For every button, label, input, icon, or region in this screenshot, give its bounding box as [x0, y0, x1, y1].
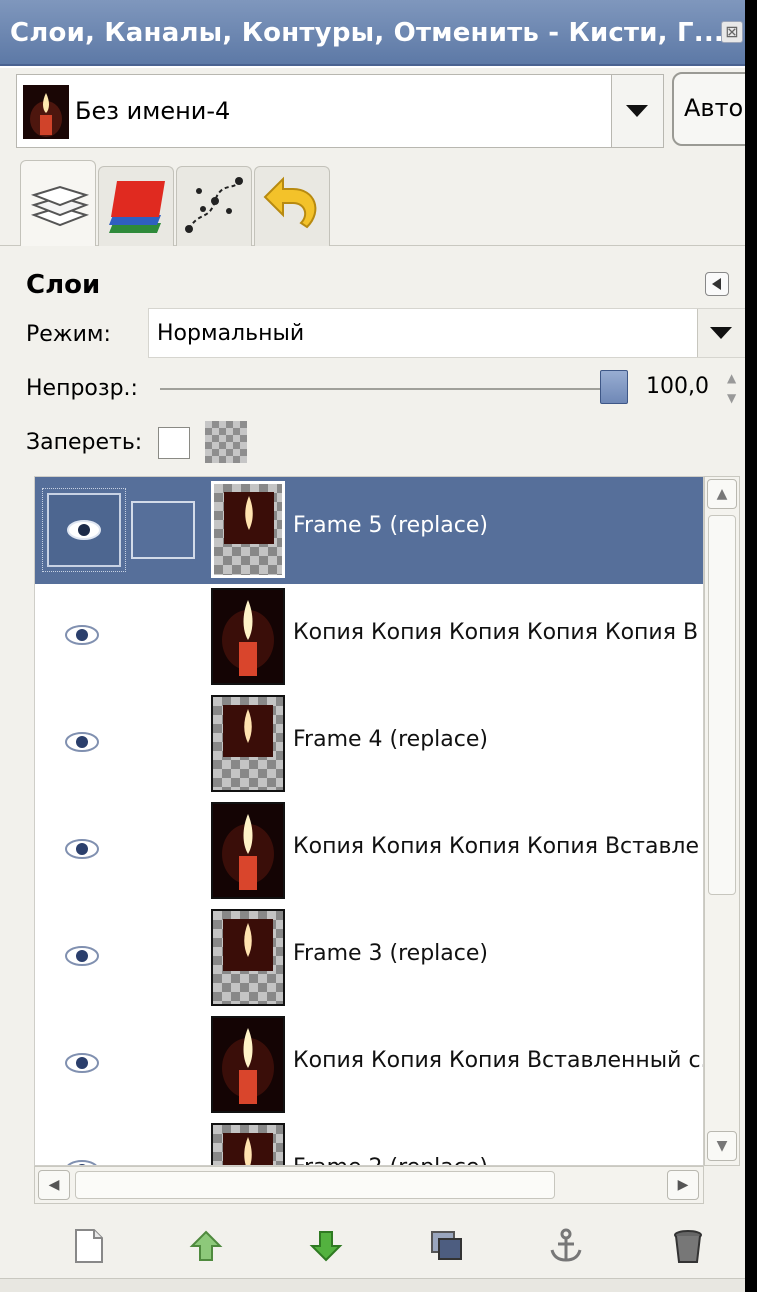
eye-icon: [65, 1053, 99, 1073]
visibility-toggle[interactable]: [47, 1135, 121, 1165]
eye-icon: [65, 732, 99, 752]
mode-value: Нормальный: [157, 321, 305, 346]
visibility-toggle[interactable]: [42, 488, 126, 572]
layer-row[interactable]: Frame 4 (replace): [35, 691, 703, 798]
image-name: Без имени-4: [75, 97, 231, 125]
window-titlebar: Слои, Каналы, Контуры, Отменить - Кисти,…: [0, 0, 745, 66]
scroll-down-icon[interactable]: ▼: [707, 1131, 737, 1161]
lock-pixels-checkbox[interactable]: [158, 427, 190, 459]
layer-name[interactable]: Копия Копия Копия Копия Вставле: [293, 834, 699, 859]
anchor-layer-icon[interactable]: [546, 1226, 586, 1266]
tab-channels[interactable]: [98, 166, 174, 246]
tab-undo-history[interactable]: [254, 166, 330, 246]
eye-icon: [67, 520, 101, 540]
chain-toggle[interactable]: [131, 501, 195, 559]
new-layer-icon[interactable]: [68, 1226, 108, 1266]
visibility-toggle[interactable]: [47, 707, 121, 781]
scroll-right-icon[interactable]: ▶: [667, 1170, 699, 1200]
paths-icon: [185, 177, 243, 233]
layer-thumbnail: [211, 588, 285, 685]
layer-row[interactable]: Копия Копия Копия Копия Копия В: [35, 584, 703, 691]
layers-icon: [30, 185, 90, 227]
layers-panel: Слои Режим: Нормальный Непрозр.: 100,0 ▲…: [0, 246, 748, 1292]
vertical-scroll-thumb[interactable]: [708, 515, 736, 895]
dock-tabs: [0, 154, 745, 246]
panel-menu-icon[interactable]: [705, 272, 729, 296]
layer-thumbnail: [211, 1123, 285, 1165]
layer-thumbnail: [211, 909, 285, 1006]
layer-list[interactable]: Frame 5 (replace) Копия Копия Копия Копи…: [34, 476, 704, 1166]
layer-row[interactable]: Копия Копия Копия Вставленный с.: [35, 1012, 703, 1119]
layer-row[interactable]: Копия Копия Копия Копия Вставле: [35, 798, 703, 905]
layer-thumbnail: [211, 1016, 285, 1113]
lock-alpha-icon[interactable]: [205, 421, 247, 463]
image-selector-combo[interactable]: Без имени-4: [16, 74, 664, 148]
tab-paths[interactable]: [176, 166, 252, 246]
image-thumbnail: [23, 85, 69, 139]
close-icon[interactable]: ⊠: [721, 21, 743, 43]
layer-row[interactable]: Frame 2 (replace): [35, 1119, 703, 1165]
eye-icon: [65, 839, 99, 859]
layer-name[interactable]: Frame 5 (replace): [293, 513, 488, 538]
visibility-toggle[interactable]: [47, 1028, 121, 1102]
opacity-spinner[interactable]: ▲ ▼: [727, 368, 745, 410]
horizontal-scroll-thumb[interactable]: [75, 1171, 555, 1199]
layer-name[interactable]: Копия Копия Копия Вставленный с.: [293, 1048, 703, 1073]
delete-layer-icon[interactable]: [668, 1226, 708, 1266]
mode-label: Режим:: [26, 322, 111, 347]
lower-layer-icon[interactable]: [306, 1226, 346, 1266]
visibility-toggle[interactable]: [47, 814, 121, 888]
layer-name[interactable]: Frame 4 (replace): [293, 727, 488, 752]
tab-layers[interactable]: [20, 160, 96, 246]
undo-history-icon: [263, 176, 317, 229]
visibility-toggle[interactable]: [47, 600, 121, 674]
channels-icon: [109, 181, 165, 233]
vertical-scrollbar[interactable]: ▲ ▼: [704, 476, 740, 1166]
lock-label: Запереть:: [26, 430, 143, 455]
layer-thumbnail: [211, 695, 285, 792]
raise-layer-icon[interactable]: [186, 1226, 226, 1266]
opacity-slider-handle[interactable]: [600, 370, 628, 404]
horizontal-scrollbar[interactable]: ◀ ▶: [34, 1166, 704, 1204]
eye-icon: [65, 946, 99, 966]
duplicate-layer-icon[interactable]: [426, 1226, 466, 1266]
opacity-value[interactable]: 100,0: [646, 374, 709, 399]
chevron-down-icon: [626, 105, 648, 117]
eye-icon: [67, 1160, 97, 1165]
screen-edge: [745, 0, 757, 1292]
image-selector-row: Без имени-4 Авто: [0, 68, 757, 154]
panel-title: Слои: [26, 270, 101, 300]
visibility-toggle[interactable]: [47, 921, 121, 995]
scroll-up-icon[interactable]: ▲: [707, 479, 737, 509]
scroll-left-icon[interactable]: ◀: [38, 1170, 70, 1200]
opacity-label: Непрозр.:: [26, 376, 138, 401]
mode-dropdown-button[interactable]: [697, 309, 747, 357]
layer-name[interactable]: Frame 3 (replace): [293, 941, 488, 966]
layer-toolbar: [0, 1214, 745, 1278]
chevron-down-icon: [710, 327, 732, 339]
layer-thumbnail: [211, 802, 285, 899]
window-title: Слои, Каналы, Контуры, Отменить - Кисти,…: [10, 18, 725, 48]
layer-name[interactable]: Копия Копия Копия Копия Копия В: [293, 620, 698, 645]
eye-icon: [65, 625, 99, 645]
layer-thumbnail: [211, 481, 285, 578]
opacity-slider-track[interactable]: [160, 388, 608, 390]
layer-name[interactable]: Frame 2 (replace): [293, 1155, 488, 1165]
image-dropdown-button[interactable]: [611, 75, 663, 147]
status-strip: [0, 1278, 745, 1292]
mode-select[interactable]: Нормальный: [148, 308, 748, 358]
layer-row[interactable]: Frame 3 (replace): [35, 905, 703, 1012]
layer-row[interactable]: Frame 5 (replace): [35, 477, 703, 584]
